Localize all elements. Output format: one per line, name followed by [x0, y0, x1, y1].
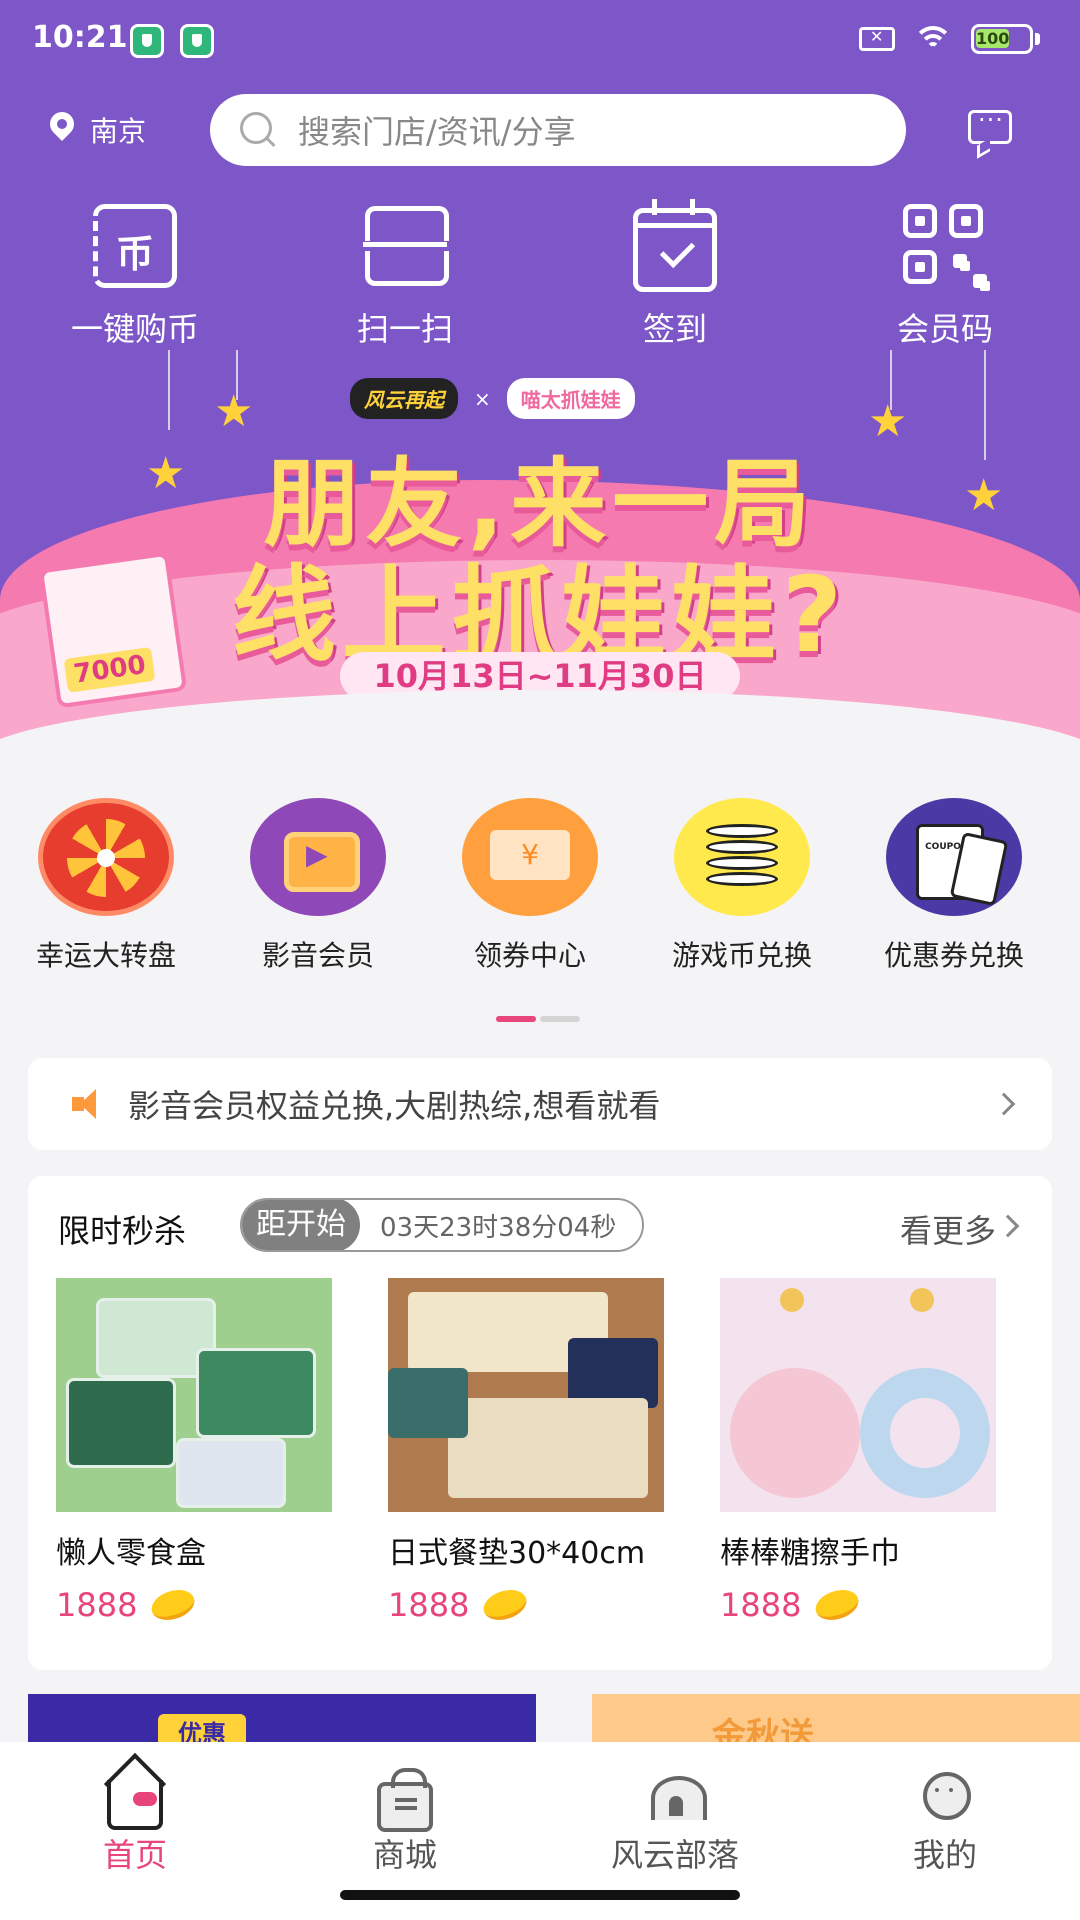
no-sim-icon: [859, 27, 895, 51]
feature-label: 影音会员: [261, 939, 374, 972]
shield-app-icon: [130, 24, 164, 58]
location-selector[interactable]: 南京: [48, 110, 146, 150]
flash-sale-section: 限时秒杀 距开始 03天23时38分04秒 看更多 懒人零食盒 1888 日式餐…: [28, 1176, 1052, 1670]
tribe-tent-icon: [647, 1770, 707, 1820]
product-image: [56, 1278, 332, 1512]
promo-banner[interactable]: ★ ★ ★ ★ 风云再起 × 喵太抓娃娃 朋友,来一局 线上抓娃娃? 7000 …: [0, 350, 1080, 760]
see-more-link[interactable]: 看更多: [900, 1206, 996, 1252]
carousel-indicator: [496, 1016, 580, 1022]
search-icon: [238, 110, 278, 150]
quick-action-member-code[interactable]: 会员码: [810, 204, 1080, 348]
product-name: 懒人零食盒: [56, 1536, 206, 1571]
shop-bag-icon: [377, 1768, 433, 1832]
product-name: 日式餐垫30*40cm: [388, 1536, 646, 1571]
search-placeholder: 搜索门店/资讯/分享: [298, 113, 576, 151]
feature-game-coin-exchange[interactable]: 游戏币兑换: [636, 798, 848, 972]
home-indicator[interactable]: [340, 1890, 740, 1900]
gold-bean-icon: [812, 1584, 863, 1626]
calendar-check-icon: [633, 199, 717, 292]
feature-av-membership[interactable]: 影音会员: [212, 798, 424, 972]
wifi-icon: [913, 24, 953, 54]
lucky-wheel-icon: [38, 798, 174, 916]
quick-action-label: 扫一扫: [356, 310, 453, 348]
product-price: 1888: [388, 1584, 664, 1626]
product-name: 棒棒糖擦手巾: [720, 1536, 900, 1571]
game-coins-icon: [674, 798, 810, 916]
gold-bean-icon: [148, 1584, 199, 1626]
feature-grid: 幸运大转盘 影音会员 领券中心 游戏币兑换 优惠券兑换: [0, 798, 1080, 972]
search-input[interactable]: 搜索门店/资讯/分享: [210, 94, 906, 166]
quick-actions: 币 一键购币 扫一扫 签到 会员码: [0, 199, 1080, 348]
battery-level: 100: [976, 29, 1010, 48]
banner-brand-row: 风云再起 × 喵太抓娃娃: [350, 378, 635, 419]
quick-action-label: 会员码: [896, 310, 993, 348]
product-list: 懒人零食盒 1888 日式餐垫30*40cm 1888 棒棒糖擦手巾 1888: [56, 1278, 996, 1626]
top-bar: 南京 搜索门店/资讯/分享: [0, 92, 1080, 168]
product-card[interactable]: 懒人零食盒 1888: [56, 1278, 332, 1626]
nav-tab-home[interactable]: 首页: [0, 1742, 270, 1920]
feature-coupon-center[interactable]: 领券中心: [424, 798, 636, 972]
nav-label: 商城: [372, 1836, 437, 1874]
voucher-icon: [886, 798, 1022, 916]
speaker-icon: [72, 1089, 108, 1119]
profile-icon: [917, 1770, 973, 1820]
message-icon[interactable]: [968, 106, 1012, 144]
qr-code-icon: [903, 204, 990, 291]
product-price: 1888: [720, 1584, 996, 1626]
scan-icon: [363, 204, 449, 288]
home-icon: [107, 1780, 163, 1830]
brand-separator: ×: [474, 386, 491, 411]
gold-bean-icon: [480, 1584, 531, 1626]
nav-label: 我的: [912, 1836, 977, 1874]
status-time: 10:21: [32, 20, 128, 55]
countdown-timer: 距开始 03天23时38分04秒: [240, 1198, 645, 1252]
nav-label: 风云部落: [610, 1836, 739, 1874]
quick-action-buy-coins[interactable]: 币 一键购币: [0, 204, 270, 348]
notice-bar[interactable]: 影音会员权益兑换,大剧热综,想看就看: [28, 1058, 1052, 1150]
promo-tile-text: 优惠: [158, 1714, 246, 1748]
countdown-label: 距开始: [242, 1200, 360, 1250]
quick-action-checkin[interactable]: 签到: [540, 199, 810, 348]
feature-label: 领券中心: [473, 939, 586, 972]
quick-action-label: 一键购币: [70, 310, 199, 348]
feature-label: 优惠券兑换: [883, 939, 1024, 972]
ticket-illustration: 7000: [38, 551, 188, 709]
feature-voucher-exchange[interactable]: 优惠券兑换: [848, 798, 1060, 972]
carousel-dot: [540, 1016, 580, 1022]
product-image: [720, 1278, 996, 1512]
chevron-right-icon[interactable]: [996, 1214, 1020, 1238]
nav-label: 首页: [102, 1836, 167, 1874]
carousel-dot-active: [496, 1016, 536, 1022]
chevron-right-icon: [992, 1092, 1016, 1116]
partner-logo: 喵太抓娃娃: [506, 378, 635, 419]
countdown-value: 03天23时38分04秒: [380, 1212, 617, 1243]
battery-icon: 100: [971, 24, 1040, 54]
coupon-ticket-icon: [462, 798, 598, 916]
product-image: [388, 1278, 664, 1512]
tv-play-icon: [250, 798, 386, 916]
notice-text: 影音会员权益兑换,大剧热综,想看就看: [128, 1087, 661, 1125]
status-bar: 10:21 100: [0, 0, 1080, 84]
nav-tab-me[interactable]: 我的: [810, 1742, 1080, 1920]
promo-tile-left[interactable]: 优惠: [28, 1694, 536, 1748]
brand-logo: 风云再起: [350, 378, 458, 419]
header: 10:21 100 南京 搜索门店/资讯/分享 币: [0, 0, 1080, 760]
coin-icon: 币: [93, 204, 177, 288]
quick-action-label: 签到: [642, 310, 707, 348]
shield-app-icon: [180, 24, 214, 58]
feature-label: 游戏币兑换: [671, 939, 812, 972]
city-label: 南京: [90, 115, 147, 148]
product-card[interactable]: 棒棒糖擦手巾 1888: [720, 1278, 996, 1626]
product-card[interactable]: 日式餐垫30*40cm 1888: [388, 1278, 664, 1626]
product-price: 1888: [56, 1584, 332, 1626]
flash-sale-title: 限时秒杀: [58, 1212, 187, 1250]
feature-label: 幸运大转盘: [35, 939, 176, 972]
location-pin-icon: [48, 112, 76, 148]
promo-tile-right[interactable]: 金秋送: [592, 1694, 1080, 1756]
quick-action-scan[interactable]: 扫一扫: [270, 204, 540, 348]
feature-lucky-wheel[interactable]: 幸运大转盘: [0, 798, 212, 972]
